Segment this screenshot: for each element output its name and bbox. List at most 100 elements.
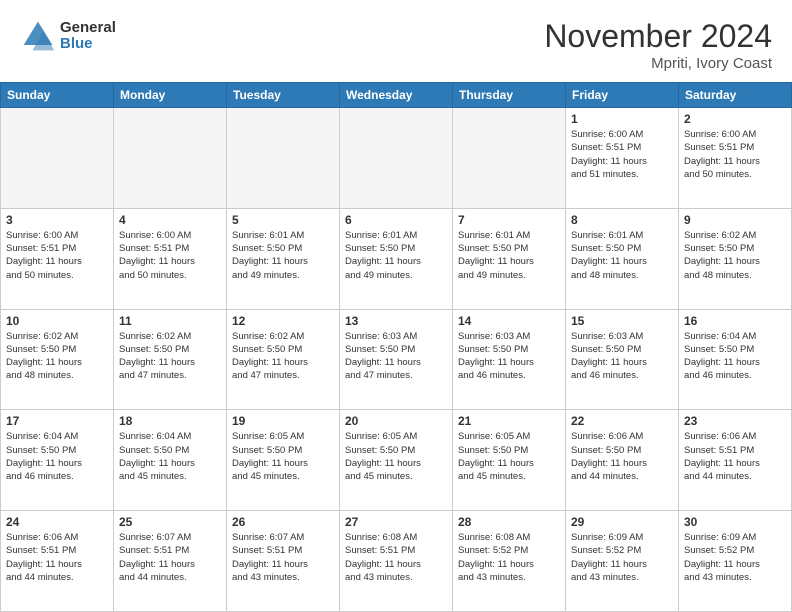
day-number: 15: [571, 314, 673, 328]
day-info: Sunrise: 6:00 AM Sunset: 5:51 PM Dayligh…: [571, 128, 673, 181]
day-number: 19: [232, 414, 334, 428]
day-info: Sunrise: 6:01 AM Sunset: 5:50 PM Dayligh…: [571, 229, 673, 282]
calendar-day-header: Sunday: [1, 83, 114, 108]
calendar-cell: 18 Sunrise: 6:04 AM Sunset: 5:50 PM Dayli…: [114, 410, 227, 511]
day-info: Sunrise: 6:05 AM Sunset: 5:50 PM Dayligh…: [458, 430, 560, 483]
calendar-week-row: 24 Sunrise: 6:06 AM Sunset: 5:51 PM Dayli…: [1, 511, 792, 612]
day-number: 4: [119, 213, 221, 227]
calendar-day-header: Thursday: [453, 83, 566, 108]
day-info: Sunrise: 6:01 AM Sunset: 5:50 PM Dayligh…: [345, 229, 447, 282]
day-number: 3: [6, 213, 108, 227]
calendar-cell: 22Sunrise: 6:06 AM Sunset: 5:50 PM Dayli…: [566, 410, 679, 511]
day-number: 11: [119, 314, 221, 328]
day-info: Sunrise: 6:05 AM Sunset: 5:50 PM Dayligh…: [345, 430, 447, 483]
day-info: Sunrise: 6:02 AM Sunset: 5:50 PM Dayligh…: [119, 330, 221, 383]
calendar-cell: 17 Sunrise: 6:04 AM Sunset: 5:50 PM Dayli…: [1, 410, 114, 511]
calendar-table: SundayMondayTuesdayWednesdayThursdayFrid…: [0, 82, 792, 612]
day-info: Sunrise: 6:04 AM Sunset: 5:50 PM Dayligh…: [119, 430, 221, 483]
day-info: Sunrise: 6:06 AM Sunset: 5:51 PM Dayligh…: [6, 531, 108, 584]
month-title: November 2024: [544, 18, 772, 55]
calendar-day-header: Friday: [566, 83, 679, 108]
calendar-cell: 24 Sunrise: 6:06 AM Sunset: 5:51 PM Dayli…: [1, 511, 114, 612]
day-number: 23: [684, 414, 786, 428]
day-info: Sunrise: 6:03 AM Sunset: 5:50 PM Dayligh…: [345, 330, 447, 383]
day-number: 6: [345, 213, 447, 227]
calendar-cell: 6 Sunrise: 6:01 AM Sunset: 5:50 PM Daylig…: [340, 208, 453, 309]
logo-icon: [20, 18, 56, 54]
calendar-week-row: 1 Sunrise: 6:00 AM Sunset: 5:51 PM Daylig…: [1, 108, 792, 209]
calendar-day-header: Saturday: [679, 83, 792, 108]
calendar-cell: 9Sunrise: 6:02 AM Sunset: 5:50 PM Daylig…: [679, 208, 792, 309]
calendar-cell: 15Sunrise: 6:03 AM Sunset: 5:50 PM Dayli…: [566, 309, 679, 410]
day-info: Sunrise: 6:07 AM Sunset: 5:51 PM Dayligh…: [119, 531, 221, 584]
logo-general-text: General: [60, 20, 116, 37]
day-info: Sunrise: 6:02 AM Sunset: 5:50 PM Dayligh…: [684, 229, 786, 282]
day-number: 25: [119, 515, 221, 529]
page: General Blue November 2024 Mpriti, Ivory…: [0, 0, 792, 612]
calendar-cell: 13 Sunrise: 6:03 AM Sunset: 5:50 PM Dayli…: [340, 309, 453, 410]
logo: General Blue: [20, 18, 116, 54]
calendar-cell: 19Sunrise: 6:05 AM Sunset: 5:50 PM Dayli…: [227, 410, 340, 511]
calendar-cell: 3 Sunrise: 6:00 AM Sunset: 5:51 PM Daylig…: [1, 208, 114, 309]
calendar-cell: [1, 108, 114, 209]
day-number: 12: [232, 314, 334, 328]
calendar-cell: 2 Sunrise: 6:00 AM Sunset: 5:51 PM Daylig…: [679, 108, 792, 209]
day-info: Sunrise: 6:03 AM Sunset: 5:50 PM Dayligh…: [458, 330, 560, 383]
calendar-cell: 5Sunrise: 6:01 AM Sunset: 5:50 PM Daylig…: [227, 208, 340, 309]
calendar-header-row: SundayMondayTuesdayWednesdayThursdayFrid…: [1, 83, 792, 108]
calendar-cell: [340, 108, 453, 209]
day-info: Sunrise: 6:08 AM Sunset: 5:51 PM Dayligh…: [345, 531, 447, 584]
day-number: 29: [571, 515, 673, 529]
calendar-cell: 21 Sunrise: 6:05 AM Sunset: 5:50 PM Dayli…: [453, 410, 566, 511]
day-number: 18: [119, 414, 221, 428]
day-number: 13: [345, 314, 447, 328]
day-number: 24: [6, 515, 108, 529]
calendar-cell: 30 Sunrise: 6:09 AM Sunset: 5:52 PM Dayli…: [679, 511, 792, 612]
calendar-cell: 23Sunrise: 6:06 AM Sunset: 5:51 PM Dayli…: [679, 410, 792, 511]
calendar-cell: 8 Sunrise: 6:01 AM Sunset: 5:50 PM Daylig…: [566, 208, 679, 309]
day-info: Sunrise: 6:00 AM Sunset: 5:51 PM Dayligh…: [6, 229, 108, 282]
logo-text: General Blue: [60, 20, 116, 53]
day-number: 10: [6, 314, 108, 328]
header-right: November 2024 Mpriti, Ivory Coast: [544, 18, 772, 72]
day-number: 7: [458, 213, 560, 227]
day-info: Sunrise: 6:09 AM Sunset: 5:52 PM Dayligh…: [684, 531, 786, 584]
day-info: Sunrise: 6:04 AM Sunset: 5:50 PM Dayligh…: [684, 330, 786, 383]
calendar-cell: 7Sunrise: 6:01 AM Sunset: 5:50 PM Daylig…: [453, 208, 566, 309]
day-number: 20: [345, 414, 447, 428]
day-number: 1: [571, 112, 673, 126]
calendar-cell: 28Sunrise: 6:08 AM Sunset: 5:52 PM Dayli…: [453, 511, 566, 612]
calendar-cell: 12 Sunrise: 6:02 AM Sunset: 5:50 PM Dayli…: [227, 309, 340, 410]
day-info: Sunrise: 6:04 AM Sunset: 5:50 PM Dayligh…: [6, 430, 108, 483]
day-number: 17: [6, 414, 108, 428]
day-number: 27: [345, 515, 447, 529]
day-number: 5: [232, 213, 334, 227]
calendar-week-row: 10 Sunrise: 6:02 AM Sunset: 5:50 PM Dayli…: [1, 309, 792, 410]
calendar-cell: [227, 108, 340, 209]
day-number: 2: [684, 112, 786, 126]
day-number: 21: [458, 414, 560, 428]
day-number: 8: [571, 213, 673, 227]
calendar-cell: 16 Sunrise: 6:04 AM Sunset: 5:50 PM Dayli…: [679, 309, 792, 410]
calendar-cell: 26Sunrise: 6:07 AM Sunset: 5:51 PM Dayli…: [227, 511, 340, 612]
calendar-day-header: Wednesday: [340, 83, 453, 108]
calendar-week-row: 17 Sunrise: 6:04 AM Sunset: 5:50 PM Dayli…: [1, 410, 792, 511]
day-number: 16: [684, 314, 786, 328]
calendar-cell: 10 Sunrise: 6:02 AM Sunset: 5:50 PM Dayli…: [1, 309, 114, 410]
day-number: 26: [232, 515, 334, 529]
calendar-cell: 14Sunrise: 6:03 AM Sunset: 5:50 PM Dayli…: [453, 309, 566, 410]
day-info: Sunrise: 6:00 AM Sunset: 5:51 PM Dayligh…: [684, 128, 786, 181]
location-title: Mpriti, Ivory Coast: [544, 55, 772, 72]
day-info: Sunrise: 6:02 AM Sunset: 5:50 PM Dayligh…: [232, 330, 334, 383]
day-info: Sunrise: 6:02 AM Sunset: 5:50 PM Dayligh…: [6, 330, 108, 383]
day-info: Sunrise: 6:08 AM Sunset: 5:52 PM Dayligh…: [458, 531, 560, 584]
day-number: 30: [684, 515, 786, 529]
calendar-cell: [114, 108, 227, 209]
day-number: 22: [571, 414, 673, 428]
calendar-cell: 27 Sunrise: 6:08 AM Sunset: 5:51 PM Dayli…: [340, 511, 453, 612]
calendar-cell: 11 Sunrise: 6:02 AM Sunset: 5:50 PM Dayli…: [114, 309, 227, 410]
calendar-cell: 4 Sunrise: 6:00 AM Sunset: 5:51 PM Daylig…: [114, 208, 227, 309]
calendar-cell: 20 Sunrise: 6:05 AM Sunset: 5:50 PM Dayli…: [340, 410, 453, 511]
day-info: Sunrise: 6:00 AM Sunset: 5:51 PM Dayligh…: [119, 229, 221, 282]
calendar-week-row: 3 Sunrise: 6:00 AM Sunset: 5:51 PM Daylig…: [1, 208, 792, 309]
